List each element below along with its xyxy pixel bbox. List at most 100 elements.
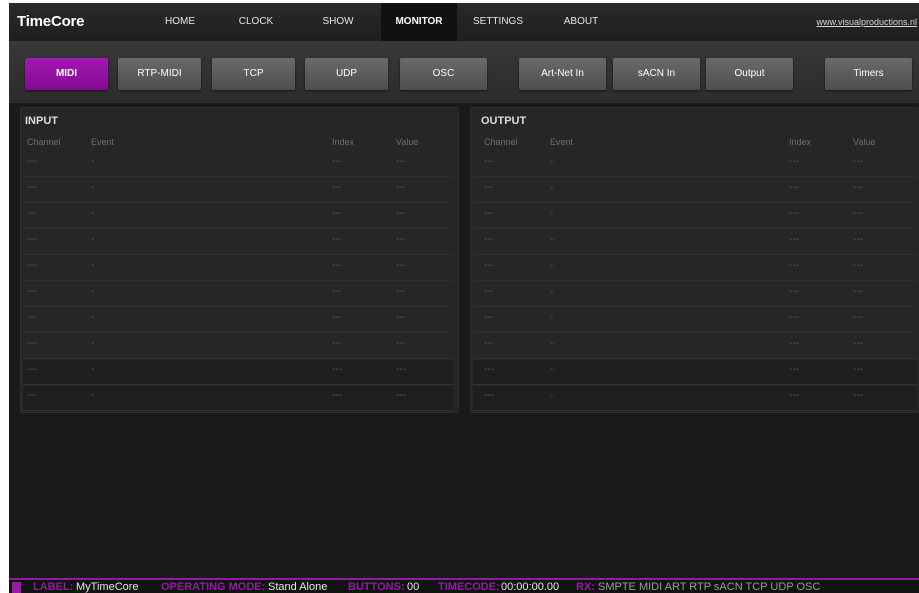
nav-show-control[interactable]: SHOW CONTROL (297, 3, 379, 65)
cell-value: --- (853, 156, 863, 167)
nav-about[interactable]: ABOUT (558, 3, 604, 41)
table-row: --- - --- --- (23, 178, 454, 203)
tab-sacn-in[interactable]: sACN In (613, 58, 700, 90)
cell-event: - (550, 208, 554, 219)
cell-index: --- (332, 182, 342, 193)
cell-index: --- (332, 234, 342, 245)
status-buttons-value: 00 (407, 581, 420, 593)
cell-index: --- (789, 390, 799, 401)
table-row: --- - --- --- (473, 282, 917, 307)
nav-home[interactable]: HOME (156, 3, 204, 41)
cell-value: --- (396, 312, 406, 323)
status-label-key: LABEL: (33, 581, 74, 593)
input-col-value: Value (396, 137, 419, 147)
table-row: --- - --- --- (473, 386, 917, 411)
cell-value: --- (396, 390, 406, 401)
table-row: --- - --- --- (23, 360, 454, 385)
output-col-value: Value (853, 137, 876, 147)
nav-clock[interactable]: CLOCK (231, 3, 281, 41)
cell-index: --- (332, 390, 342, 401)
output-col-index: Index (789, 137, 812, 147)
tab-output[interactable]: Output (706, 58, 793, 90)
nav-settings[interactable]: SETTINGS (470, 3, 526, 41)
table-row: --- - --- --- (473, 204, 917, 229)
cell-value: --- (853, 364, 863, 375)
output-panel: OUTPUT Channel Event Index Value --- - ---… (470, 107, 919, 413)
table-row: --- - --- --- (473, 308, 917, 333)
cell-index: --- (332, 364, 342, 375)
cell-value: --- (396, 338, 406, 349)
cell-channel: --- (484, 208, 494, 219)
status-buttons-key: BUTTONS: (348, 581, 405, 593)
cell-event: - (91, 338, 95, 349)
output-col-channel: Channel (484, 137, 518, 147)
status-bar: LABEL: MyTimeCore OPERATING MODE: Stand … (9, 578, 919, 593)
table-row: --- - --- --- (23, 282, 454, 307)
cell-event: - (91, 156, 95, 167)
cell-value: --- (853, 182, 863, 193)
cell-channel: --- (27, 286, 37, 297)
cell-index: --- (789, 312, 799, 323)
cell-value: --- (853, 260, 863, 271)
cell-value: --- (853, 286, 863, 297)
cell-index: --- (789, 208, 799, 219)
cell-index: --- (789, 234, 799, 245)
table-row: --- - --- --- (23, 152, 454, 177)
cell-channel: --- (484, 364, 494, 375)
cell-event: - (550, 156, 554, 167)
cell-channel: --- (27, 312, 37, 323)
cell-value: --- (396, 234, 406, 245)
table-row: --- - --- --- (473, 178, 917, 203)
cell-channel: --- (27, 234, 37, 245)
table-row: --- - --- --- (473, 152, 917, 177)
cell-value: --- (396, 156, 406, 167)
app-logo: TimeCore (17, 13, 85, 30)
cell-channel: --- (27, 208, 37, 219)
tab-rtp-midi[interactable]: RTP-MIDI (118, 58, 201, 90)
status-rx-key: RX: (576, 581, 595, 593)
cell-value: --- (853, 390, 863, 401)
tab-artnet-in[interactable]: Art-Net In (519, 58, 606, 90)
tab-midi[interactable]: MIDI (25, 58, 108, 90)
cell-event: - (550, 234, 554, 245)
cell-value: --- (396, 286, 406, 297)
input-col-channel: Channel (27, 137, 61, 147)
table-row: --- - --- --- (473, 360, 917, 385)
cell-event: - (91, 260, 95, 271)
cell-event: - (550, 182, 554, 193)
nav-monitor[interactable]: MONITOR (381, 3, 457, 41)
status-timecode-key: TIMECODE: (438, 581, 500, 593)
cell-channel: --- (27, 156, 37, 167)
table-row: --- - --- --- (23, 308, 454, 333)
cell-channel: --- (484, 390, 494, 401)
tab-tcp[interactable]: TCP (212, 58, 295, 90)
cell-index: --- (332, 338, 342, 349)
status-mode-key: OPERATING MODE: (161, 581, 266, 593)
cell-value: --- (396, 260, 406, 271)
website-link[interactable]: www.visualproductions.nl (816, 17, 917, 27)
tab-osc[interactable]: OSC (400, 58, 487, 90)
table-row: --- - --- --- (23, 386, 454, 411)
app-window: TimeCore HOME CLOCK SHOW CONTROL MONITOR… (9, 3, 919, 593)
cell-event: - (550, 390, 554, 401)
cell-channel: --- (484, 234, 494, 245)
cell-event: - (91, 286, 95, 297)
cell-index: --- (332, 286, 342, 297)
tab-udp[interactable]: UDP (305, 58, 388, 90)
table-row: --- - --- --- (23, 256, 454, 281)
cell-value: --- (396, 182, 406, 193)
status-label-value: MyTimeCore (76, 581, 139, 593)
input-col-event: Event (91, 137, 115, 147)
cell-event: - (550, 286, 554, 297)
status-indicator (12, 582, 21, 593)
cell-index: --- (789, 156, 799, 167)
cell-value: --- (396, 208, 406, 219)
cell-index: --- (332, 208, 342, 219)
cell-channel: --- (27, 338, 37, 349)
cell-index: --- (789, 364, 799, 375)
output-col-event: Event (550, 137, 574, 147)
tab-timers[interactable]: Timers (825, 58, 912, 90)
cell-channel: --- (27, 260, 37, 271)
cell-index: --- (332, 260, 342, 271)
cell-value: --- (853, 312, 863, 323)
